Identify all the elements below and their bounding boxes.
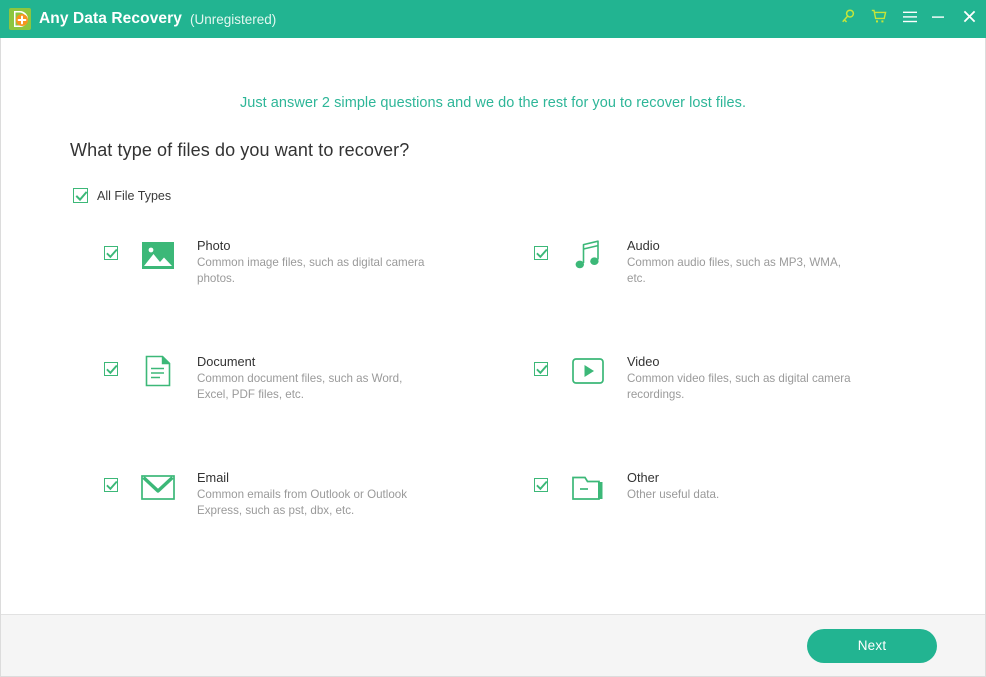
video-text-block: Video Common video files, such as digita… xyxy=(627,353,861,402)
menu-button[interactable] xyxy=(896,0,924,38)
video-title: Video xyxy=(627,354,660,369)
all-file-types-row[interactable]: All File Types xyxy=(73,188,985,203)
photo-description: Common image files, such as digital came… xyxy=(197,256,425,285)
audio-description: Common audio files, such as MP3, WMA, et… xyxy=(627,256,841,285)
footer-bar: Next xyxy=(1,614,985,676)
document-text-block: Document Common document files, such as … xyxy=(197,353,431,402)
next-button[interactable]: Next xyxy=(807,628,937,663)
email-icon xyxy=(140,470,176,504)
app-title: Any Data Recovery xyxy=(39,10,182,27)
other-title: Other xyxy=(627,470,660,485)
file-type-item-video[interactable]: Video Common video files, such as digita… xyxy=(431,354,861,475)
other-description: Other useful data. xyxy=(627,488,720,501)
close-button[interactable] xyxy=(952,0,986,38)
document-icon xyxy=(140,354,176,388)
file-type-row: Email Common emails from Outlook or Outl… xyxy=(1,470,985,591)
main-content: Just answer 2 simple questions and we do… xyxy=(1,38,985,614)
photo-icon xyxy=(140,238,176,272)
file-type-item-other[interactable]: Other Other useful data. xyxy=(431,470,861,591)
file-type-row: Photo Common image files, such as digita… xyxy=(1,238,985,359)
minimize-button[interactable] xyxy=(924,0,952,38)
all-file-types-label: All File Types xyxy=(97,188,172,203)
document-checkbox[interactable] xyxy=(104,362,118,376)
cart-icon xyxy=(871,9,887,29)
menu-icon xyxy=(903,10,917,28)
video-icon xyxy=(570,354,606,388)
file-type-item-email[interactable]: Email Common emails from Outlook or Outl… xyxy=(1,470,431,591)
email-description: Common emails from Outlook or Outlook Ex… xyxy=(197,488,408,517)
register-key-button[interactable] xyxy=(834,0,862,38)
file-type-item-photo[interactable]: Photo Common image files, such as digita… xyxy=(1,238,431,359)
file-type-item-document[interactable]: Document Common document files, such as … xyxy=(1,354,431,475)
file-type-item-audio[interactable]: Audio Common audio files, such as MP3, W… xyxy=(431,238,861,359)
app-logo-d-plus-icon xyxy=(9,8,31,30)
key-icon xyxy=(841,9,855,29)
document-description: Common document files, such as Word, Exc… xyxy=(197,372,403,401)
email-checkbox[interactable] xyxy=(104,478,118,492)
title-bar: Any Data Recovery (Unregistered) xyxy=(0,0,986,38)
buy-cart-button[interactable] xyxy=(862,0,896,38)
page-title: What type of files do you want to recove… xyxy=(70,140,410,160)
document-title: Document xyxy=(197,354,256,369)
all-file-types-checkbox[interactable] xyxy=(73,188,88,203)
file-type-row: Document Common document files, such as … xyxy=(1,354,985,475)
other-folder-icon xyxy=(570,470,606,504)
audio-icon xyxy=(570,238,606,272)
audio-title: Audio xyxy=(627,238,660,253)
close-icon xyxy=(963,10,976,28)
video-checkbox[interactable] xyxy=(534,362,548,376)
file-type-grid: Photo Common image files, such as digita… xyxy=(1,238,985,591)
photo-title: Photo xyxy=(197,238,231,253)
minimize-icon xyxy=(931,10,945,28)
app-window: Any Data Recovery (Unregistered) Just an… xyxy=(0,0,986,677)
other-text-block: Other Other useful data. xyxy=(627,469,719,503)
video-description: Common video files, such as digital came… xyxy=(627,372,851,401)
photo-text-block: Photo Common image files, such as digita… xyxy=(197,237,431,286)
audio-text-block: Audio Common audio files, such as MP3, W… xyxy=(627,237,861,286)
registration-status: (Unregistered) xyxy=(190,11,277,27)
intro-text: Just answer 2 simple questions and we do… xyxy=(239,95,747,111)
audio-checkbox[interactable] xyxy=(534,246,548,260)
other-checkbox[interactable] xyxy=(534,478,548,492)
email-title: Email xyxy=(197,470,229,485)
email-text-block: Email Common emails from Outlook or Outl… xyxy=(197,469,431,518)
photo-checkbox[interactable] xyxy=(104,246,118,260)
